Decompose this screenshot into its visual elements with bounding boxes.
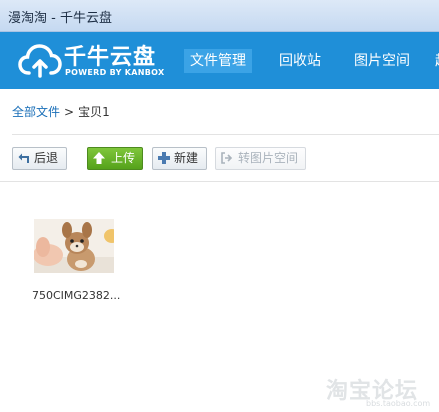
back-button[interactable]: 后退 <box>12 147 67 170</box>
upload-arrow-icon <box>93 152 105 164</box>
nav-more[interactable]: 起 <box>429 49 439 73</box>
title-bar[interactable]: 漫淘淘 - 千牛云盘 <box>0 0 439 32</box>
nav-recycle-bin[interactable]: 回收站 <box>273 49 327 73</box>
back-arrow-icon <box>18 153 29 163</box>
back-button-label: 后退 <box>34 151 59 165</box>
nav-file-management[interactable]: 文件管理 <box>184 49 252 73</box>
transfer-button-label: 转图片空间 <box>238 151 299 165</box>
cloud-logo-icon <box>18 44 62 78</box>
plus-icon <box>158 152 170 164</box>
new-folder-button[interactable]: 新建 <box>152 147 207 170</box>
logo[interactable]: 千牛云盘 POWERD BY KANBOX <box>18 40 164 82</box>
app-window: 漫淘淘 - 千牛云盘 千牛云盘 POWERD BY KANBOX 文件管理 回收… <box>0 0 439 412</box>
breadcrumb-current: 宝贝1 <box>78 105 110 119</box>
logo-name: 千牛云盘 <box>64 45 157 70</box>
breadcrumb: 全部文件 > 宝贝1 <box>12 103 110 120</box>
upload-button[interactable]: 上传 <box>87 147 143 170</box>
plush-toy-photo <box>34 219 114 273</box>
logo-tagline: POWERD BY KANBOX <box>65 68 165 77</box>
upload-button-label: 上传 <box>111 151 136 165</box>
file-thumbnail[interactable] <box>34 219 114 273</box>
transfer-to-image-space-button[interactable]: 转图片空间 <box>215 147 306 170</box>
app-header: 千牛云盘 POWERD BY KANBOX 文件管理 回收站 图片空间 起 <box>0 32 439 89</box>
divider <box>12 134 439 135</box>
watermark: 淘宝论坛 bbs.taobao.com <box>326 373 436 409</box>
watermark-url: bbs.taobao.com <box>366 399 431 408</box>
new-folder-button-label: 新建 <box>174 151 199 165</box>
window-title: 漫淘淘 - 千牛云盘 <box>8 11 112 26</box>
breadcrumb-separator: > <box>64 105 75 119</box>
divider <box>0 181 439 182</box>
file-name[interactable]: 750CIMG2382... <box>32 289 120 302</box>
nav-image-space[interactable]: 图片空间 <box>348 49 416 73</box>
transfer-arrow-icon <box>221 152 233 164</box>
breadcrumb-root-link[interactable]: 全部文件 <box>12 105 60 119</box>
